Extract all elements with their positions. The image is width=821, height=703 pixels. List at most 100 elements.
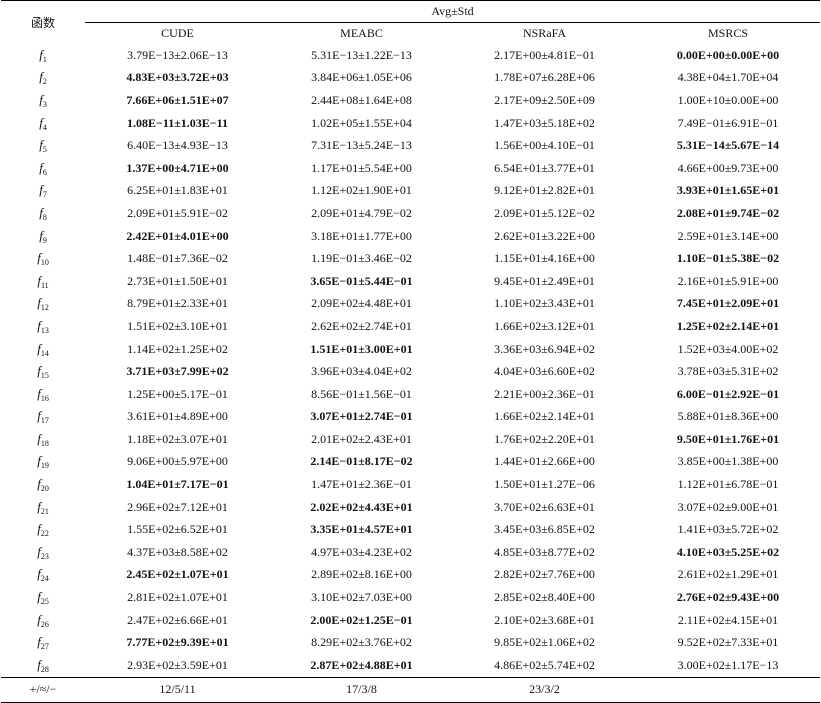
summary-meabc: 17/3/8	[270, 676, 453, 703]
function-name-cell: f4	[1, 112, 85, 135]
result-cell-cude: 4.83E+03±3.72E+03	[126, 70, 229, 85]
result-cell-nsrafa: 9.85E+02±1.06E+02	[494, 635, 595, 650]
function-index: 22	[40, 529, 49, 539]
function-name-cell: f23	[1, 541, 85, 564]
result-cell-meabc: 3.96E+03±4.04E+02	[311, 364, 412, 379]
result-cell-nsrafa: 3.70E+02±6.63E+01	[494, 499, 595, 514]
result-cell-meabc: 2.44E+08±1.64E+08	[311, 92, 412, 107]
table-row: f22 1.55E+02±6.52E+01 3.35E+01±4.57E+01 3.4…	[1, 518, 820, 541]
function-name-cell: f22	[1, 518, 85, 541]
function-name-cell: f13	[1, 315, 85, 338]
result-cell-msrcs: 6.00E−01±2.92E−01	[676, 386, 780, 401]
result-cell-msrcs: 3.78E+03±5.31E+02	[677, 364, 779, 379]
result-cell-cude: 1.04E+01±7.17E−01	[126, 477, 229, 492]
table-row: f10 1.48E−01±7.36E−02 1.19E−01±3.46E−02 1.1…	[1, 247, 820, 270]
result-cell-cude: 1.18E+02±3.07E+01	[127, 431, 228, 446]
result-cell-meabc: 2.00E+02±1.25E−01	[310, 612, 413, 627]
result-cell-cude: 2.96E+02±7.12E+01	[127, 499, 228, 514]
function-index: 20	[40, 484, 49, 494]
result-cell-msrcs: 7.45E+01±2.09E+01	[676, 296, 780, 311]
table-row: f19 9.06E+00±5.97E+00 2.14E−01±8.17E−02 1.4…	[1, 451, 820, 474]
result-cell-nsrafa: 2.62E+01±3.22E+00	[494, 228, 595, 243]
result-cell-meabc: 7.31E−13±5.24E−13	[311, 138, 412, 153]
function-index: 11	[40, 280, 49, 290]
algorithm-header-cude: CUDE	[161, 26, 194, 40]
result-cell-msrcs: 5.88E+01±8.36E+00	[677, 409, 779, 424]
result-cell-nsrafa: 4.04E+03±6.60E+02	[494, 364, 595, 379]
function-name-cell: f27	[1, 631, 85, 654]
table-row: f18 1.18E+02±3.07E+01 2.01E+02±2.43E+01 1.7…	[1, 428, 820, 451]
function-column-header: 函数	[1, 0, 85, 44]
function-name-cell: f18	[1, 428, 85, 451]
result-cell-meabc: 3.35E+01±4.57E+01	[310, 522, 413, 537]
table-row: f11 2.73E+01±1.50E+01 3.65E−01±5.44E−01 9.4…	[1, 270, 820, 293]
table-row: f7 6.25E+01±1.83E+01 1.12E+02±1.90E+01 9.12…	[1, 180, 820, 203]
result-cell-msrcs: 3.07E+02±9.00E+01	[677, 499, 779, 514]
table-row: f24 2.45E+02±1.07E+01 2.89E+02±8.16E+00 2.8…	[1, 564, 820, 587]
result-cell-msrcs: 2.11E+02±4.15E+01	[677, 612, 779, 627]
results-table-container: 函数 Avg±Std CUDE MEABC NSRaFA MSRCS f1 3.7…	[0, 0, 821, 703]
table-row: f9 2.42E+01±4.01E+00 3.18E+01±1.77E+00 2.62…	[1, 225, 820, 248]
function-index: 10	[40, 258, 49, 268]
result-cell-nsrafa: 1.44E+01±2.66E+00	[494, 454, 595, 469]
result-cell-nsrafa: 3.45E+03±6.85E+02	[494, 522, 595, 537]
table-row: f8 2.09E+01±5.91E−02 2.09E+01±4.79E−02 2.09…	[1, 202, 820, 225]
function-name-cell: f15	[1, 360, 85, 383]
result-cell-msrcs: 4.66E+00±9.73E+00	[677, 160, 779, 175]
header-row-group: 函数 Avg±Std	[1, 0, 820, 44]
result-cell-nsrafa: 1.66E+02±2.14E+01	[494, 409, 595, 424]
result-cell-cude: 6.40E−13±4.93E−13	[127, 138, 228, 153]
table-row: f3 7.66E+06±1.51E+07 2.44E+08±1.64E+08 2.17…	[1, 89, 820, 112]
result-cell-meabc: 3.07E+01±2.74E−01	[310, 409, 413, 424]
result-cell-nsrafa: 3.36E+03±6.94E+02	[494, 341, 595, 356]
result-cell-msrcs: 2.61E+02±1.29E+01	[677, 567, 779, 582]
table-row: f23 4.37E+03±8.58E+02 4.97E+03±4.23E+02 4.8…	[1, 541, 820, 564]
function-index: 16	[40, 393, 49, 403]
result-cell-meabc: 2.09E+01±4.79E−02	[311, 205, 412, 220]
result-cell-cude: 1.25E+00±5.17E−01	[127, 386, 228, 401]
result-cell-nsrafa: 1.78E+07±6.28E+06	[494, 70, 595, 85]
function-name-cell: f17	[1, 406, 85, 429]
result-cell-msrcs: 4.10E+03±5.25E+02	[676, 544, 780, 559]
table-row: f1 3.79E−13±2.06E−13 5.31E−13±1.22E−13 2.17…	[1, 44, 820, 67]
results-table: 函数 Avg±Std CUDE MEABC NSRaFA MSRCS f1 3.7…	[1, 0, 820, 703]
result-cell-cude: 8.79E+01±2.33E+01	[127, 296, 228, 311]
result-cell-meabc: 8.56E−01±1.56E−01	[311, 386, 412, 401]
function-index: 25	[40, 597, 49, 607]
function-index: 12	[40, 303, 49, 313]
result-cell-meabc: 2.87E+02±4.88E+01	[310, 657, 413, 672]
result-cell-nsrafa: 9.45E+01±2.49E+01	[494, 273, 595, 288]
table-row: f13 1.51E+02±3.10E+01 2.62E+02±2.74E+01 1.6…	[1, 315, 820, 338]
result-cell-nsrafa: 4.85E+03±8.77E+02	[494, 544, 595, 559]
result-cell-meabc: 3.18E+01±1.77E+00	[311, 228, 412, 243]
result-cell-msrcs: 9.50E+01±1.76E+01	[676, 431, 780, 446]
result-cell-nsrafa: 2.17E+00±4.81E−01	[494, 47, 595, 62]
table-row: f25 2.81E+02±1.07E+01 3.10E+02±7.03E+00 2.8…	[1, 586, 820, 609]
function-index: 26	[40, 619, 49, 629]
result-cell-meabc: 4.97E+03±4.23E+02	[311, 544, 412, 559]
result-cell-nsrafa: 1.15E+01±4.16E+00	[494, 251, 595, 266]
summary-label: +/≈/−	[1, 676, 85, 703]
result-cell-msrcs: 0.00E+00±0.00E+00	[676, 47, 780, 62]
result-cell-nsrafa: 6.54E+01±3.77E+01	[494, 160, 595, 175]
function-index: 28	[40, 664, 49, 674]
result-cell-nsrafa: 1.76E+02±2.20E+01	[494, 431, 595, 446]
result-cell-nsrafa: 2.10E+02±3.68E+01	[494, 612, 595, 627]
table-row: f15 3.71E+03±7.99E+02 3.96E+03±4.04E+02 4.0…	[1, 360, 820, 383]
function-index: 9	[42, 235, 47, 245]
function-name-cell: f6	[1, 157, 85, 180]
result-cell-cude: 2.93E+02±3.59E+01	[127, 657, 228, 672]
table-row: f5 6.40E−13±4.93E−13 7.31E−13±5.24E−13 1.56…	[1, 134, 820, 157]
function-index: 15	[40, 371, 49, 381]
table-row: f12 8.79E+01±2.33E+01 2.09E+02±4.48E+01 1.1…	[1, 293, 820, 316]
function-name-cell: f21	[1, 496, 85, 519]
result-cell-nsrafa: 1.50E+01±1.27E−06	[494, 477, 595, 492]
result-cell-cude: 1.55E+02±6.52E+01	[127, 522, 228, 537]
result-cell-meabc: 1.47E+01±2.36E−01	[311, 477, 412, 492]
table-row: f14 1.14E+02±1.25E+02 1.51E+01±3.00E+01 3.3…	[1, 338, 820, 361]
function-index: 8	[42, 212, 47, 222]
function-name-cell: f11	[1, 270, 85, 293]
result-cell-msrcs: 2.76E+02±9.43E+00	[676, 590, 780, 605]
result-cell-nsrafa: 4.86E+02±5.74E+02	[494, 657, 595, 672]
result-cell-msrcs: 2.16E+01±5.91E+00	[677, 273, 779, 288]
